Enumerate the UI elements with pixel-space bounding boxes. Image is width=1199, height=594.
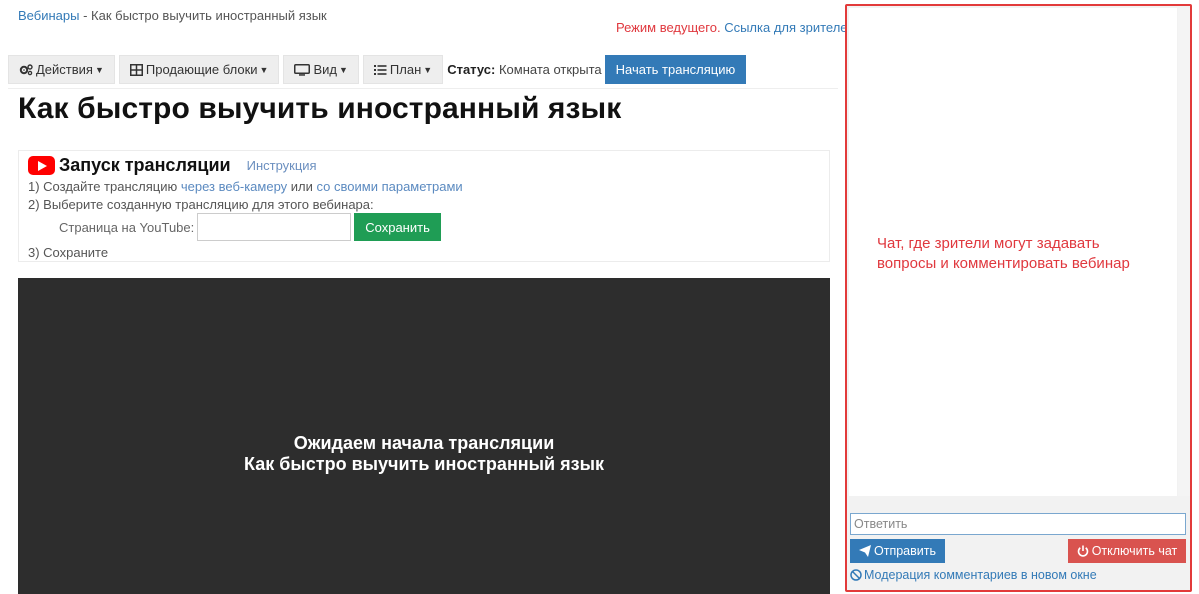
host-links: Режим ведущего. Ссылка для зрителей (616, 20, 855, 35)
list-icon (373, 64, 387, 76)
step-1: 1) Создайте трансляцию через веб-камеру … (28, 179, 463, 194)
actions-dropdown[interactable]: Действия ▼ (8, 55, 115, 84)
breadcrumb-webinars-link[interactable]: Вебинары (18, 8, 79, 23)
broadcast-launch-panel: Запуск трансляции Инструкция 1) Создайте… (18, 150, 830, 262)
chat-scrollbar[interactable] (1178, 8, 1190, 496)
view-label: Вид (313, 62, 337, 77)
chat-annotation: Чат, где зрители могут задавать вопросы … (877, 234, 1130, 274)
host-mode-label: Режим ведущего. (616, 20, 721, 35)
toolbar-divider (8, 88, 838, 89)
room-status: Статус: Комната открыта (447, 62, 601, 77)
chat-messages-area: Чат, где зрители могут задавать вопросы … (849, 8, 1177, 496)
monitor-icon (294, 63, 311, 76)
ban-icon (850, 569, 862, 581)
status-label: Статус: (447, 62, 496, 77)
youtube-icon (28, 156, 55, 175)
actions-label: Действия (36, 62, 93, 77)
viewer-link[interactable]: Ссылка для зрителей (724, 20, 855, 35)
gears-icon (19, 63, 33, 76)
step-1-mid: или (287, 179, 317, 194)
grid-icon (129, 63, 143, 76)
status-value: Комната открыта (498, 62, 602, 77)
caret-down-icon: ▼ (339, 64, 348, 75)
page-title: Как быстро выучить иностранный язык (18, 92, 622, 125)
send-label: Отправить (874, 544, 936, 558)
breadcrumb-separator: - (79, 8, 92, 23)
youtube-page-label: Страница на YouTube: (59, 219, 195, 235)
view-dropdown[interactable]: Вид ▼ (283, 55, 359, 84)
waiting-message: Ожидаем начала трансляции (293, 433, 555, 453)
video-webinar-title: Как быстро выучить иностранный язык (244, 454, 604, 474)
step-1-prefix: 1) Создайте трансляцию (28, 179, 181, 194)
selling-blocks-label: Продающие блоки (145, 62, 258, 77)
plan-label: План (389, 62, 422, 77)
selling-blocks-dropdown[interactable]: Продающие блоки ▼ (118, 55, 280, 84)
start-broadcast-button[interactable]: Начать трансляцию (604, 55, 747, 84)
breadcrumb-current: Как быстро выучить иностранный язык (91, 8, 327, 23)
chat-reply-input[interactable]: Ответить (850, 513, 1186, 535)
disable-chat-button[interactable]: Отключить чат (1068, 539, 1186, 563)
chat-annotation-line-1: Чат, где зрители могут задавать (877, 235, 1100, 252)
paper-plane-icon (859, 545, 871, 557)
plan-dropdown[interactable]: План ▼ (362, 55, 444, 84)
chat-annotation-line-2: вопросы и комментировать вебинар (877, 255, 1130, 272)
moderation-link[interactable]: Модерация комментариев в новом окне (850, 568, 1097, 582)
power-icon (1077, 545, 1089, 557)
launch-title: Запуск трансляции (59, 155, 231, 175)
webcam-link[interactable]: через веб-камеру (181, 179, 287, 194)
chat-panel: Чат, где зрители могут задавать вопросы … (845, 4, 1192, 592)
caret-down-icon: ▼ (259, 64, 269, 75)
save-button[interactable]: Сохранить (354, 213, 441, 241)
send-button[interactable]: Отправить (850, 539, 945, 563)
disable-chat-label: Отключить чат (1091, 544, 1178, 558)
instruction-link[interactable]: Инструкция (247, 158, 317, 173)
custom-params-link[interactable]: со своими параметрами (317, 179, 463, 194)
breadcrumb: Вебинары - Как быстро выучить иностранны… (18, 8, 327, 23)
step-2: 2) Выберите созданную трансляцию для это… (28, 197, 374, 212)
moderation-label: Модерация комментариев в новом окне (864, 568, 1097, 582)
step-3: 3) Сохраните (28, 245, 109, 260)
video-placeholder-text: Ожидаем начала трансляции Как быстро выу… (18, 433, 830, 475)
caret-down-icon: ▼ (94, 64, 104, 75)
toolbar: Действия ▼ Продающие блоки ▼ Вид ▼ План … (8, 55, 747, 84)
youtube-page-input[interactable] (197, 213, 352, 241)
launch-header: Запуск трансляции Инструкция (28, 155, 317, 176)
caret-down-icon: ▼ (423, 64, 433, 75)
video-player-area: Ожидаем начала трансляции Как быстро выу… (18, 278, 830, 594)
youtube-row: Страница на YouTube: Сохранить (59, 213, 441, 241)
